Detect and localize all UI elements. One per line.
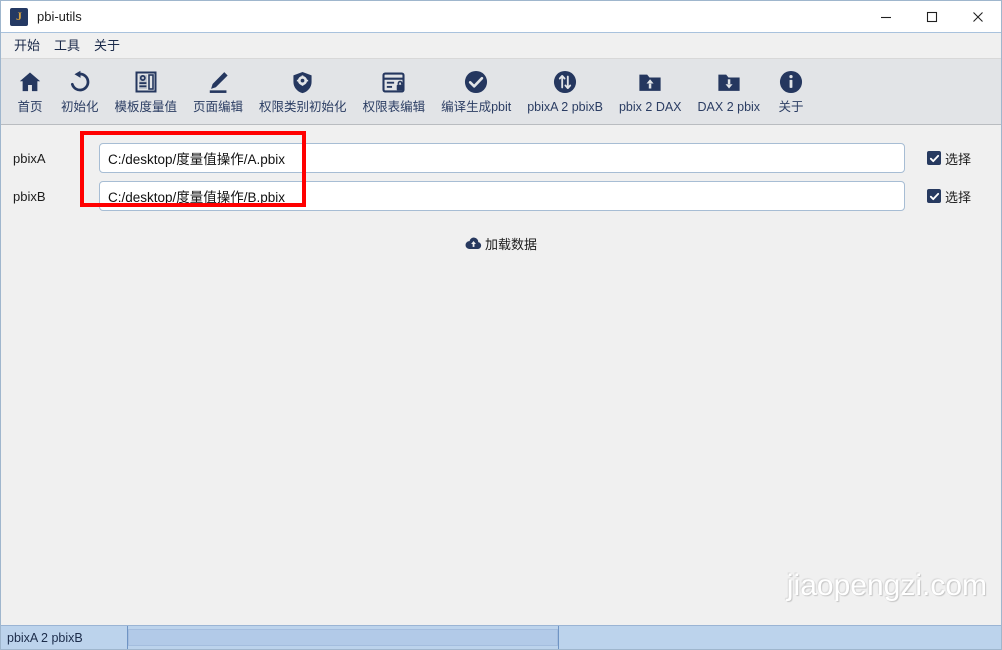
check-circle-icon — [461, 67, 491, 97]
toolbar-permission-category-init-label: 权限类别初始化 — [259, 100, 347, 114]
folder-upload-icon — [635, 67, 665, 97]
toolbar-initialize-label: 初始化 — [61, 100, 99, 114]
toolbar-pbixa-2-pbixb[interactable]: pbixA 2 pbixB — [519, 65, 611, 123]
application-window: J pbi-utils 开始 工具 关于 首页 初始化 模板度量值 页面编辑 权… — [0, 0, 1002, 650]
form-row-pbixb: pbixB 选择 — [1, 177, 1001, 215]
toolbar-page-edit[interactable]: 页面编辑 — [185, 65, 251, 123]
menu-bar: 开始 工具 关于 — [1, 33, 1001, 59]
toolbar-template-measure[interactable]: 模板度量值 — [107, 65, 186, 123]
toolbar-compile-pbit[interactable]: 编译生成pbit — [433, 65, 519, 123]
status-progress-bar — [128, 629, 558, 646]
shield-gear-icon — [288, 67, 318, 97]
pbixa-label: pbixA — [13, 150, 46, 166]
toolbar-compile-pbit-label: 编译生成pbit — [441, 100, 512, 114]
toolbar-pbixa-2-pbixb-label: pbixA 2 pbixB — [527, 100, 603, 114]
pbixb-label: pbixB — [13, 188, 46, 204]
pbixa-path-input[interactable] — [99, 143, 905, 173]
menu-tools[interactable]: 工具 — [47, 35, 87, 57]
menu-start[interactable]: 开始 — [7, 35, 47, 57]
window-title: pbi-utils — [37, 9, 82, 24]
cloud-upload-icon — [465, 236, 482, 251]
pbixa-select-label: 选择 — [945, 151, 972, 167]
status-filler — [559, 626, 1001, 649]
pbixb-select-checkbox[interactable]: 选择 — [905, 187, 1001, 206]
toolbar-about-label: 关于 — [778, 100, 804, 114]
pbixb-path-input[interactable] — [99, 181, 905, 211]
title-bar: J pbi-utils — [1, 1, 1001, 33]
pencil-edit-icon — [203, 67, 233, 97]
maximize-button[interactable] — [909, 1, 955, 33]
pbixb-select-label: 选择 — [945, 189, 972, 205]
folder-download-icon — [714, 67, 744, 97]
toolbar-template-measure-label: 模板度量值 — [114, 100, 178, 114]
checkbox-checked-icon — [927, 151, 941, 165]
template-measure-icon — [131, 67, 161, 97]
load-data-label: 加载数据 — [484, 237, 537, 252]
toolbar-pbix-2-dax[interactable]: pbix 2 DAX — [611, 65, 690, 123]
toolbar-permission-table-edit-label: 权限表编辑 — [362, 100, 426, 114]
app-icon: J — [10, 7, 28, 26]
refresh-icon — [65, 67, 95, 97]
load-data-button[interactable]: 加载数据 — [459, 232, 543, 255]
toolbar-page-edit-label: 页面编辑 — [193, 100, 244, 114]
checkbox-checked-icon — [927, 189, 941, 203]
table-lock-icon — [379, 67, 409, 97]
status-mode-label: pbixA 2 pbixB — [7, 630, 83, 645]
form-row-pbixa: pbixA 选择 — [1, 139, 1001, 177]
toolbar-home[interactable]: 首页 — [7, 65, 53, 123]
load-data-row: 加载数据 — [1, 232, 1001, 255]
toolbar-dax-2-pbix-label: DAX 2 pbix — [697, 100, 761, 114]
close-icon — [973, 11, 983, 22]
toolbar-permission-table-edit[interactable]: 权限表编辑 — [355, 65, 434, 123]
swap-arrows-circle-icon — [550, 67, 580, 97]
window-controls — [863, 1, 1001, 33]
maximize-icon — [926, 11, 938, 22]
minimize-button[interactable] — [863, 1, 909, 33]
toolbar-home-label: 首页 — [17, 100, 43, 114]
toolbar-dax-2-pbix[interactable]: DAX 2 pbix — [690, 65, 769, 123]
toolbar: 首页 初始化 模板度量值 页面编辑 权限类别初始化 权限表编辑 编译生成pbit… — [1, 59, 1001, 125]
close-button[interactable] — [955, 1, 1001, 33]
main-content: pbixA 选择 pbixB 选择 — [1, 125, 1001, 625]
pbixa-select-checkbox[interactable]: 选择 — [905, 149, 1001, 168]
home-icon — [15, 67, 45, 97]
status-bar: pbixA 2 pbixB — [1, 625, 1001, 649]
toolbar-initialize[interactable]: 初始化 — [53, 65, 107, 123]
watermark: jiaopengzi.com — [786, 569, 987, 602]
toolbar-permission-category-init[interactable]: 权限类别初始化 — [251, 65, 355, 123]
toolbar-about[interactable]: 关于 — [768, 65, 814, 123]
toolbar-pbix-2-dax-label: pbix 2 DAX — [618, 100, 682, 114]
menu-about[interactable]: 关于 — [87, 35, 127, 57]
info-circle-icon — [776, 67, 806, 97]
minimize-icon — [881, 16, 891, 18]
